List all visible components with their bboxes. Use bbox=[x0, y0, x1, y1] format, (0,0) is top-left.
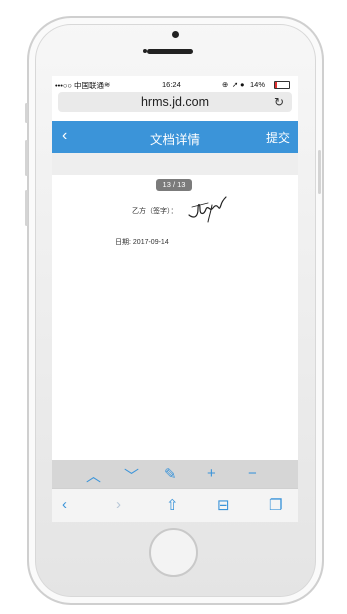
url-text: hrms.jd.com bbox=[140, 95, 210, 109]
share-icon[interactable]: ⇧ bbox=[166, 496, 179, 514]
status-time: 16:24 bbox=[162, 80, 181, 89]
bookmarks-icon[interactable]: ⊟ bbox=[217, 496, 230, 514]
submit-button[interactable]: 提交 bbox=[266, 129, 290, 146]
page-indicator: 13 / 13 bbox=[156, 179, 192, 191]
app-navbar: ‹ 文档详情 提交 bbox=[52, 121, 298, 153]
browser-toolbar: ‹ › ⇧ ⊟ ❐ bbox=[52, 488, 298, 522]
signature-label: 乙方（签字）： bbox=[132, 208, 178, 215]
document-toolbar: ︿ ﹀ ✎ + − bbox=[52, 460, 298, 488]
tabs-icon[interactable]: ❐ bbox=[269, 496, 282, 514]
side-button-power bbox=[318, 150, 321, 194]
pen-icon[interactable]: ✎ bbox=[164, 465, 177, 483]
zoom-out-icon[interactable]: − bbox=[248, 465, 257, 482]
home-button[interactable] bbox=[149, 528, 198, 577]
earpiece-speaker bbox=[147, 49, 193, 54]
address-bar[interactable]: hrms.jd.com ↻ bbox=[58, 92, 292, 112]
zoom-in-icon[interactable]: + bbox=[207, 465, 216, 482]
signature-image bbox=[188, 196, 227, 223]
side-button-volume-up bbox=[25, 140, 28, 176]
battery-icon bbox=[274, 81, 290, 89]
battery-level bbox=[275, 82, 277, 88]
document-header-gap bbox=[52, 153, 298, 175]
side-button-volume-down bbox=[25, 190, 28, 226]
date-label: 日期: bbox=[115, 239, 131, 246]
battery-percent: 14% bbox=[250, 80, 266, 89]
signature-date: 日期: 2017-09-14 bbox=[115, 237, 169, 247]
browser-back-icon[interactable]: ‹ bbox=[62, 496, 67, 513]
reload-icon[interactable]: ↻ bbox=[274, 95, 284, 109]
wifi-icon: ≋ bbox=[104, 80, 111, 89]
page-title: 文档详情 bbox=[149, 133, 200, 147]
front-camera bbox=[172, 31, 179, 38]
previous-page-icon[interactable]: ︿ bbox=[86, 465, 101, 486]
phone-screen: •••○○ 中国联通 ≋ 16:24 ⊕ ➚ ● 14% hrms.jd.com… bbox=[52, 76, 298, 522]
status-bar: •••○○ 中国联通 ≋ 16:24 ⊕ ➚ ● 14% bbox=[52, 76, 298, 92]
rotation-lock-icon: ⊕ bbox=[222, 80, 229, 89]
location-icon: ➚ bbox=[232, 80, 239, 89]
next-page-icon[interactable]: ﹀ bbox=[124, 465, 139, 486]
carrier-label: •••○○ 中国联通 bbox=[55, 81, 105, 90]
alarm-icon: ● bbox=[240, 80, 245, 89]
date-value: 2017-09-14 bbox=[132, 239, 169, 246]
side-button-mute bbox=[25, 103, 28, 123]
browser-forward-icon[interactable]: › bbox=[116, 496, 121, 513]
